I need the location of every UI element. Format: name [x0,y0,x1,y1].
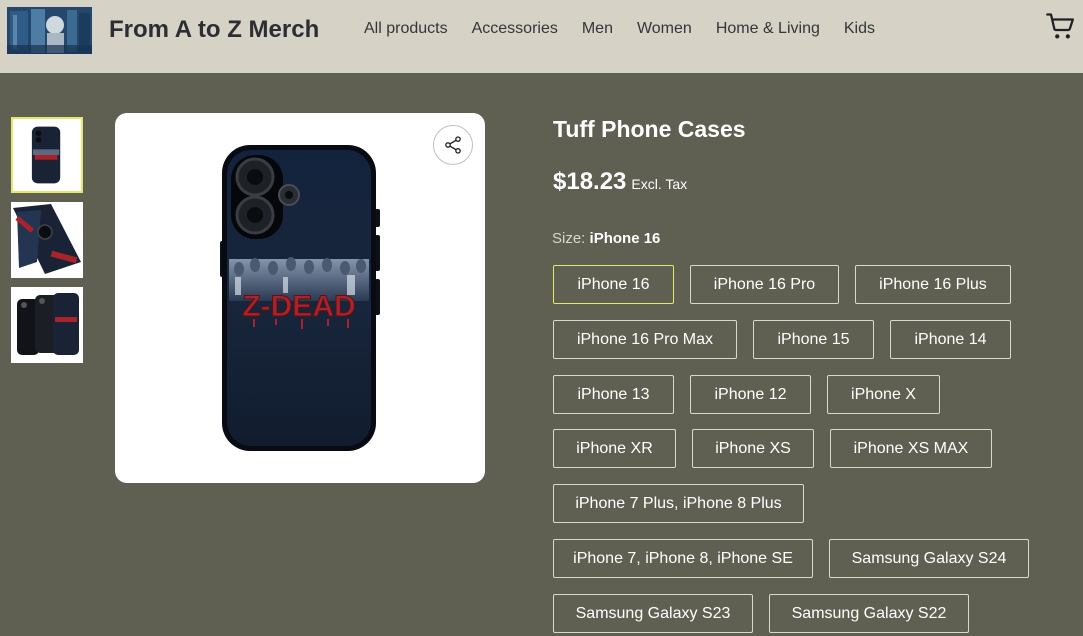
main-nav: All products Accessories Men Women Home … [364,20,875,38]
size-option-iphone-x[interactable]: iPhone X [827,375,940,414]
thumbnail-angle[interactable] [11,202,83,278]
size-option-iphone-13[interactable]: iPhone 13 [553,375,674,414]
size-option-iphone-16-pro-max[interactable]: iPhone 16 Pro Max [553,320,737,359]
thumbnail-front[interactable] [11,117,83,193]
size-option-iphone-xr[interactable]: iPhone XR [553,429,676,468]
size-option-galaxy-s23[interactable]: Samsung Galaxy S23 [553,594,753,633]
size-option-galaxy-s22[interactable]: Samsung Galaxy S22 [769,594,969,633]
size-option-iphone-16-plus[interactable]: iPhone 16 Plus [855,265,1011,304]
nav-kids[interactable]: Kids [844,20,875,38]
size-option-galaxy-s24[interactable]: Samsung Galaxy S24 [829,539,1029,578]
share-icon [445,136,461,154]
case-print-text: Z-DEAD [242,290,355,323]
size-option-iphone-7-plus-8-plus[interactable]: iPhone 7 Plus, iPhone 8 Plus [553,484,804,523]
size-option-iphone-xs-max[interactable]: iPhone XS MAX [830,429,992,468]
site-header: From A to Z Merch All products Accessori… [0,0,1083,73]
size-option-iphone-7-8-se[interactable]: iPhone 7, iPhone 8, iPhone SE [553,539,813,578]
nav-men[interactable]: Men [582,20,613,38]
nav-women[interactable]: Women [637,20,692,38]
main-product-image[interactable]: Z-DEAD [115,113,485,483]
size-option-iphone-14[interactable]: iPhone 14 [890,320,1011,359]
size-option-iphone-12[interactable]: iPhone 12 [690,375,811,414]
store-logo[interactable] [7,7,92,54]
size-option-iphone-16-pro[interactable]: iPhone 16 Pro [690,265,839,304]
phone-case-image: Z-DEAD [220,145,380,451]
nav-home-living[interactable]: Home & Living [716,20,820,38]
size-option-iphone-16[interactable]: iPhone 16 [553,265,674,304]
size-value: iPhone 16 [589,230,661,247]
share-button[interactable] [433,125,473,165]
size-label: Size: [552,230,586,247]
selected-size: Size: iPhone 16 [552,230,660,247]
product-title: Tuff Phone Cases [553,116,746,142]
store-name[interactable]: From A to Z Merch [109,16,319,44]
nav-accessories[interactable]: Accessories [472,20,558,38]
price-row: $18.23 Excl. Tax [553,168,687,196]
tax-note: Excl. Tax [631,176,688,192]
nav-all-products[interactable]: All products [364,20,448,38]
cart-icon[interactable] [1046,12,1076,42]
size-option-iphone-xs[interactable]: iPhone XS [692,429,814,468]
size-option-iphone-15[interactable]: iPhone 15 [753,320,874,359]
thumbnail-layers[interactable] [11,287,83,363]
product-price: $18.23 [553,168,627,195]
